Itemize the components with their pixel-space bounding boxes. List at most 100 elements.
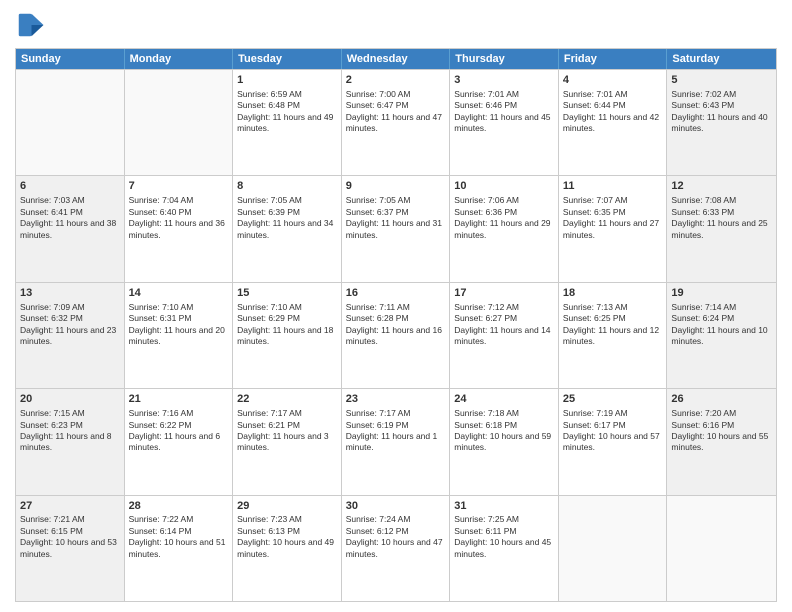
day-number: 18 (563, 286, 663, 301)
day-number: 13 (20, 286, 120, 301)
page: SundayMondayTuesdayWednesdayThursdayFrid… (0, 0, 792, 612)
sunset-text: Sunset: 6:19 PM (346, 420, 409, 430)
day-number: 10 (454, 179, 554, 194)
calendar-header-cell: Sunday (16, 49, 125, 69)
daylight-text: Daylight: 10 hours and 59 minutes. (454, 431, 551, 452)
daylight-text: Daylight: 10 hours and 53 minutes. (20, 537, 117, 558)
day-number: 4 (563, 73, 663, 88)
sunset-text: Sunset: 6:24 PM (671, 313, 734, 323)
daylight-text: Daylight: 10 hours and 47 minutes. (346, 537, 443, 558)
day-number: 17 (454, 286, 554, 301)
calendar-week: 6Sunrise: 7:03 AMSunset: 6:41 PMDaylight… (16, 175, 776, 281)
sunset-text: Sunset: 6:29 PM (237, 313, 300, 323)
calendar-cell: 25Sunrise: 7:19 AMSunset: 6:17 PMDayligh… (559, 389, 668, 494)
calendar-cell: 11Sunrise: 7:07 AM Sunset: 6:35 PMDayligh… (559, 176, 668, 281)
day-number: 1 (237, 73, 337, 88)
day-number: 25 (563, 392, 663, 407)
sunset-text: Sunset: 6:37 PM (346, 207, 409, 217)
calendar-header-cell: Saturday (667, 49, 776, 69)
sunrise-text: Sunrise: 7:05 AM (237, 195, 302, 205)
sunset-text: Sunset: 6:23 PM (20, 420, 83, 430)
day-number: 30 (346, 499, 446, 514)
calendar-cell: 29Sunrise: 7:23 AMSunset: 6:13 PMDayligh… (233, 496, 342, 601)
daylight-text: Daylight: 11 hours and 47 minutes. (346, 112, 442, 133)
day-number: 24 (454, 392, 554, 407)
calendar-cell: 23Sunrise: 7:17 AMSunset: 6:19 PMDayligh… (342, 389, 451, 494)
calendar-cell: 1Sunrise: 6:59 AMSunset: 6:48 PMDaylight… (233, 70, 342, 175)
calendar-cell (16, 70, 125, 175)
sunrise-text: Sunrise: 7:05 AM (346, 195, 411, 205)
sunset-text: Sunset: 6:40 PM (129, 207, 192, 217)
day-number: 21 (129, 392, 229, 407)
calendar-cell: 22Sunrise: 7:17 AMSunset: 6:21 PMDayligh… (233, 389, 342, 494)
day-number: 3 (454, 73, 554, 88)
calendar-cell: 6Sunrise: 7:03 AMSunset: 6:41 PMDaylight… (16, 176, 125, 281)
calendar-cell: 13Sunrise: 7:09 AMSunset: 6:32 PMDayligh… (16, 283, 125, 388)
daylight-text: Daylight: 11 hours and 27 minutes. (563, 218, 659, 239)
calendar-cell: 2Sunrise: 7:00 AMSunset: 6:47 PMDaylight… (342, 70, 451, 175)
daylight-text: Daylight: 10 hours and 51 minutes. (129, 537, 226, 558)
day-number: 5 (671, 73, 772, 88)
calendar-cell: 18Sunrise: 7:13 AMSunset: 6:25 PMDayligh… (559, 283, 668, 388)
daylight-text: Daylight: 11 hours and 42 minutes. (563, 112, 659, 133)
calendar-cell (125, 70, 234, 175)
daylight-text: Daylight: 10 hours and 57 minutes. (563, 431, 660, 452)
day-number: 14 (129, 286, 229, 301)
calendar-week: 20Sunrise: 7:15 AMSunset: 6:23 PMDayligh… (16, 388, 776, 494)
calendar-header-cell: Wednesday (342, 49, 451, 69)
sunrise-text: Sunrise: 7:00 AM (346, 89, 411, 99)
daylight-text: Daylight: 11 hours and 8 minutes. (20, 431, 112, 452)
calendar-cell: 16Sunrise: 7:11 AMSunset: 6:28 PMDayligh… (342, 283, 451, 388)
calendar-cell: 31Sunrise: 7:25 AMSunset: 6:11 PMDayligh… (450, 496, 559, 601)
daylight-text: Daylight: 10 hours and 49 minutes. (237, 537, 334, 558)
sunrise-text: Sunrise: 7:22 AM (129, 514, 194, 524)
sunrise-text: Sunrise: 7:17 AM (346, 408, 411, 418)
calendar-cell: 7Sunrise: 7:04 AMSunset: 6:40 PMDaylight… (125, 176, 234, 281)
sunrise-text: Sunrise: 7:14 AM (671, 302, 736, 312)
calendar: SundayMondayTuesdayWednesdayThursdayFrid… (15, 48, 777, 602)
calendar-cell: 21Sunrise: 7:16 AM Sunset: 6:22 PMDayligh… (125, 389, 234, 494)
sunset-text: Sunset: 6:22 PM (129, 420, 192, 430)
sunrise-text: Sunrise: 7:11 AM (346, 302, 410, 312)
day-number: 31 (454, 499, 554, 514)
sunset-text: Sunset: 6:44 PM (563, 100, 626, 110)
daylight-text: Daylight: 11 hours and 16 minutes. (346, 325, 442, 346)
calendar-cell: 30Sunrise: 7:24 AMSunset: 6:12 PMDayligh… (342, 496, 451, 601)
day-number: 11 (563, 179, 663, 194)
day-number: 26 (671, 392, 772, 407)
sunrise-text: Sunrise: 7:10 AM (129, 302, 194, 312)
sunset-text: Sunset: 6:41 PM (20, 207, 83, 217)
daylight-text: Daylight: 11 hours and 23 minutes. (20, 325, 116, 346)
sunset-text: Sunset: 6:18 PM (454, 420, 517, 430)
calendar-week: 1Sunrise: 6:59 AMSunset: 6:48 PMDaylight… (16, 69, 776, 175)
sunset-text: Sunset: 6:21 PM (237, 420, 300, 430)
sunset-text: Sunset: 6:12 PM (346, 526, 409, 536)
sunrise-text: Sunrise: 7:08 AM (671, 195, 736, 205)
logo (15, 10, 49, 40)
sunset-text: Sunset: 6:14 PM (129, 526, 192, 536)
day-number: 19 (671, 286, 772, 301)
daylight-text: Daylight: 11 hours and 3 minutes. (237, 431, 329, 452)
sunrise-text: Sunrise: 7:03 AM (20, 195, 85, 205)
sunrise-text: Sunrise: 7:01 AM (454, 89, 519, 99)
sunrise-text: Sunrise: 7:20 AM (671, 408, 736, 418)
calendar-cell: 19Sunrise: 7:14 AMSunset: 6:24 PMDayligh… (667, 283, 776, 388)
calendar-header-cell: Thursday (450, 49, 559, 69)
sunrise-text: Sunrise: 7:25 AM (454, 514, 519, 524)
sunrise-text: Sunrise: 7:16 AM (129, 408, 194, 418)
day-number: 29 (237, 499, 337, 514)
day-number: 12 (671, 179, 772, 194)
daylight-text: Daylight: 11 hours and 6 minutes. (129, 431, 221, 452)
logo-icon (15, 10, 45, 40)
sunrise-text: Sunrise: 7:18 AM (454, 408, 519, 418)
sunrise-text: Sunrise: 7:19 AM (563, 408, 628, 418)
calendar-cell: 4Sunrise: 7:01 AMSunset: 6:44 PMDaylight… (559, 70, 668, 175)
sunrise-text: Sunrise: 7:06 AM (454, 195, 519, 205)
sunrise-text: Sunrise: 7:12 AM (454, 302, 519, 312)
sunset-text: Sunset: 6:35 PM (563, 207, 626, 217)
daylight-text: Daylight: 10 hours and 45 minutes. (454, 537, 551, 558)
day-number: 16 (346, 286, 446, 301)
day-number: 8 (237, 179, 337, 194)
daylight-text: Daylight: 11 hours and 34 minutes. (237, 218, 333, 239)
sunrise-text: Sunrise: 7:07 AM (563, 195, 628, 205)
